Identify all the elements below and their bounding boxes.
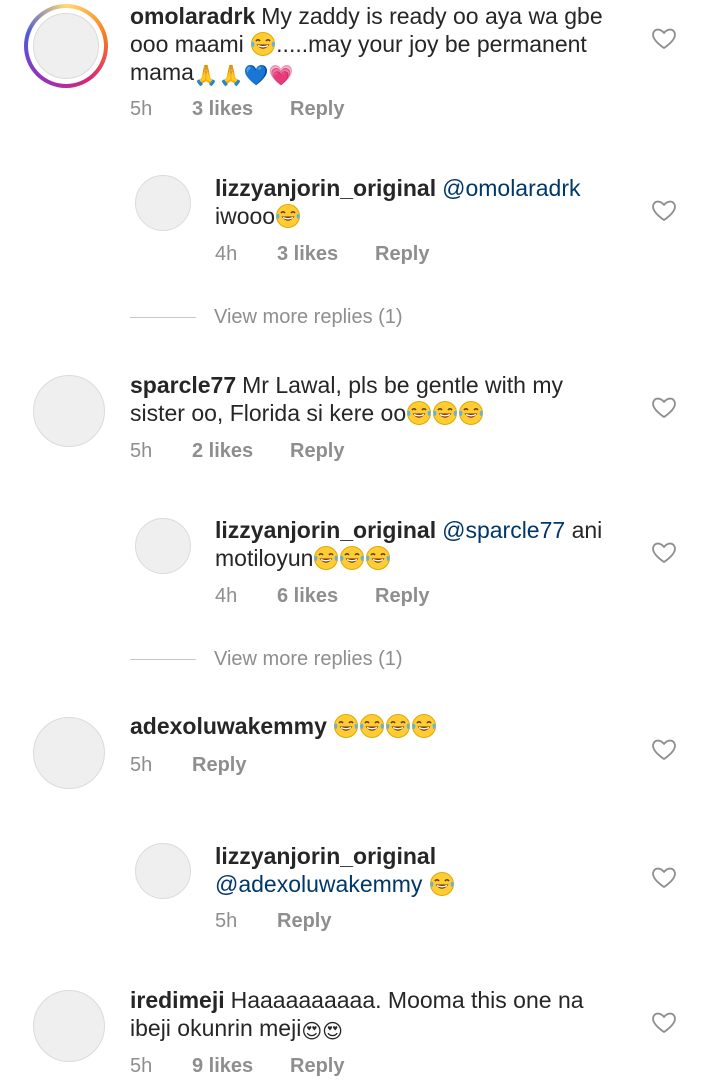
comment-text: iredimeji Haaaaaaaaaa. Mooma this one na … bbox=[130, 986, 620, 1043]
avatar[interactable] bbox=[33, 990, 105, 1062]
likes-count[interactable]: 6 likes bbox=[277, 585, 375, 608]
username[interactable]: lizzyanjorin_original bbox=[215, 175, 436, 201]
likes-count[interactable]: 3 likes bbox=[192, 98, 290, 121]
comment-meta: 5h 3 likes Reply bbox=[130, 98, 344, 121]
comment-meta: 5h 2 likes Reply bbox=[130, 440, 344, 463]
username[interactable]: adexoluwakemmy bbox=[130, 713, 327, 739]
avatar-story-ring[interactable] bbox=[24, 4, 108, 88]
laugh-emoji-icon bbox=[432, 400, 458, 426]
reply-button[interactable]: Reply bbox=[290, 98, 344, 121]
laugh-emoji-icon bbox=[458, 400, 484, 426]
mention-link[interactable]: @adexoluwakemmy bbox=[215, 871, 422, 897]
laugh-emoji-icon bbox=[359, 713, 385, 739]
comment-meta: 4h 6 likes Reply bbox=[215, 585, 429, 608]
comment-meta: 4h 3 likes Reply bbox=[215, 243, 429, 266]
reply-button[interactable]: Reply bbox=[375, 585, 429, 608]
username[interactable]: lizzyanjorin_original bbox=[215, 843, 436, 869]
comment-text: lizzyanjorin_original @omolaradrk iwooo bbox=[215, 174, 625, 230]
laugh-emoji-icon bbox=[250, 31, 276, 57]
like-heart-icon[interactable] bbox=[650, 863, 678, 891]
timestamp: 5h bbox=[215, 910, 238, 932]
view-more-label[interactable]: View more replies (1) bbox=[214, 648, 403, 671]
timestamp: 5h bbox=[130, 98, 153, 120]
view-more-replies[interactable]: View more replies (1) bbox=[130, 648, 550, 671]
comment-text: adexoluwakemmy bbox=[130, 712, 620, 740]
like-heart-icon[interactable] bbox=[650, 393, 678, 421]
like-heart-icon[interactable] bbox=[650, 1008, 678, 1036]
mention-link[interactable]: @sparcle77 bbox=[442, 517, 565, 543]
laugh-emoji-icon bbox=[365, 545, 391, 571]
timestamp: 5h bbox=[130, 440, 153, 462]
laugh-emoji-icon bbox=[275, 203, 301, 229]
timestamp: 4h bbox=[215, 243, 238, 265]
username[interactable]: sparcle77 bbox=[130, 372, 236, 398]
emoji-sequence: 🙏🙏💙💗 bbox=[193, 63, 294, 87]
comment-body: iwooo bbox=[215, 203, 276, 229]
laugh-emoji-icon bbox=[339, 545, 365, 571]
likes-count[interactable]: 3 likes bbox=[277, 243, 375, 266]
comment-meta: 5h Reply bbox=[130, 754, 246, 777]
laugh-emoji-icon bbox=[313, 545, 339, 571]
comment-meta: 5h 9 likes Reply bbox=[130, 1055, 344, 1078]
avatar[interactable] bbox=[33, 717, 105, 789]
timestamp: 5h bbox=[130, 754, 153, 776]
divider bbox=[130, 659, 196, 660]
laugh-emoji-icon bbox=[429, 871, 455, 897]
view-more-replies[interactable]: View more replies (1) bbox=[130, 306, 550, 329]
avatar[interactable] bbox=[135, 518, 191, 574]
avatar[interactable] bbox=[33, 13, 99, 79]
comment-text: lizzyanjorin_original @sparcle77 ani moti… bbox=[215, 516, 625, 572]
mention-link[interactable]: @omolaradrk bbox=[442, 175, 580, 201]
avatar[interactable] bbox=[135, 175, 191, 231]
reply-button[interactable]: Reply bbox=[290, 440, 344, 463]
likes-count[interactable]: 9 likes bbox=[192, 1055, 290, 1078]
username[interactable]: omolaradrk bbox=[130, 3, 255, 29]
reply-button[interactable]: Reply bbox=[277, 910, 331, 933]
like-heart-icon[interactable] bbox=[650, 538, 678, 566]
comment-text: omolaradrk My zaddy is ready oo aya wa gb… bbox=[130, 2, 620, 87]
likes-count[interactable]: 2 likes bbox=[192, 440, 290, 463]
reply-button[interactable]: Reply bbox=[192, 754, 246, 777]
divider bbox=[130, 317, 196, 318]
username[interactable]: iredimeji bbox=[130, 987, 225, 1013]
avatar[interactable] bbox=[33, 375, 105, 447]
laugh-emoji-icon bbox=[333, 713, 359, 739]
timestamp: 4h bbox=[215, 585, 238, 607]
comment-text: sparcle77 Mr Lawal, pls be gentle with my… bbox=[130, 371, 620, 427]
laugh-emoji-icon bbox=[385, 713, 411, 739]
timestamp: 5h bbox=[130, 1055, 153, 1077]
username[interactable]: lizzyanjorin_original bbox=[215, 517, 436, 543]
avatar[interactable] bbox=[135, 843, 191, 899]
heart-eyes-emoji-icon: 😍😍 bbox=[301, 1019, 344, 1043]
like-heart-icon[interactable] bbox=[650, 24, 678, 52]
view-more-label[interactable]: View more replies (1) bbox=[214, 306, 403, 329]
like-heart-icon[interactable] bbox=[650, 735, 678, 763]
laugh-emoji-icon bbox=[406, 400, 432, 426]
laugh-emoji-icon bbox=[411, 713, 437, 739]
reply-button[interactable]: Reply bbox=[290, 1055, 344, 1078]
comment-text: lizzyanjorin_original @adexoluwakemmy bbox=[215, 842, 625, 898]
comment-meta: 5h Reply bbox=[215, 910, 331, 933]
like-heart-icon[interactable] bbox=[650, 196, 678, 224]
reply-button[interactable]: Reply bbox=[375, 243, 429, 266]
